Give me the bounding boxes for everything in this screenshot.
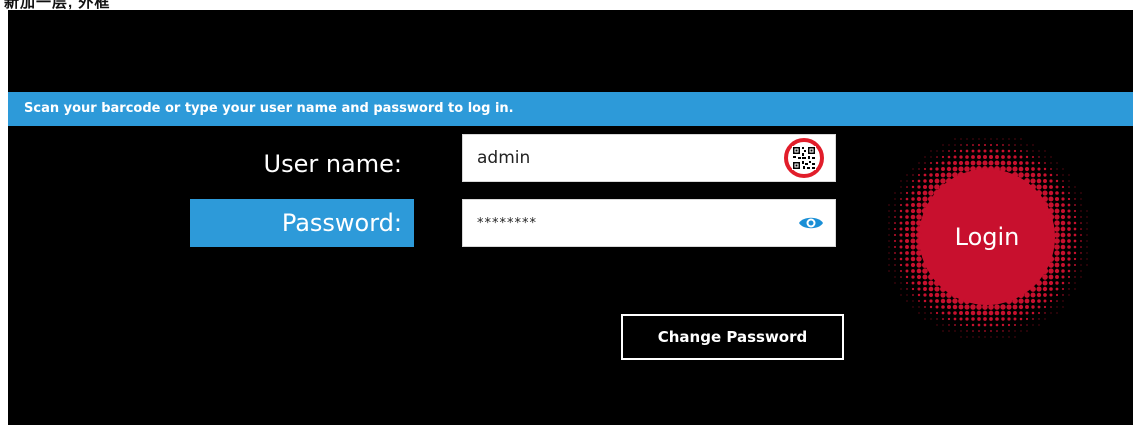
login-button[interactable]: Login	[882, 125, 1092, 350]
show-password-button[interactable]	[797, 211, 825, 235]
qr-code-icon	[792, 146, 816, 170]
username-input[interactable]	[463, 135, 773, 181]
eye-icon	[799, 217, 823, 229]
change-password-button[interactable]: Change Password	[621, 314, 844, 360]
username-field-wrapper	[462, 134, 836, 182]
username-label: User name:	[263, 150, 402, 178]
password-field-wrapper	[462, 199, 836, 247]
password-label: Password:	[190, 199, 414, 247]
login-label: Login	[954, 223, 1020, 251]
login-panel: Scan your barcode or type your user name…	[8, 10, 1133, 425]
top-strip-text: 新加一层, 外框	[4, 0, 111, 10]
barcode-scan-button[interactable]	[784, 138, 824, 178]
instruction-banner: Scan your barcode or type your user name…	[8, 92, 1133, 126]
top-strip: 新加一层, 外框	[0, 0, 1133, 10]
password-input[interactable]	[463, 200, 773, 246]
